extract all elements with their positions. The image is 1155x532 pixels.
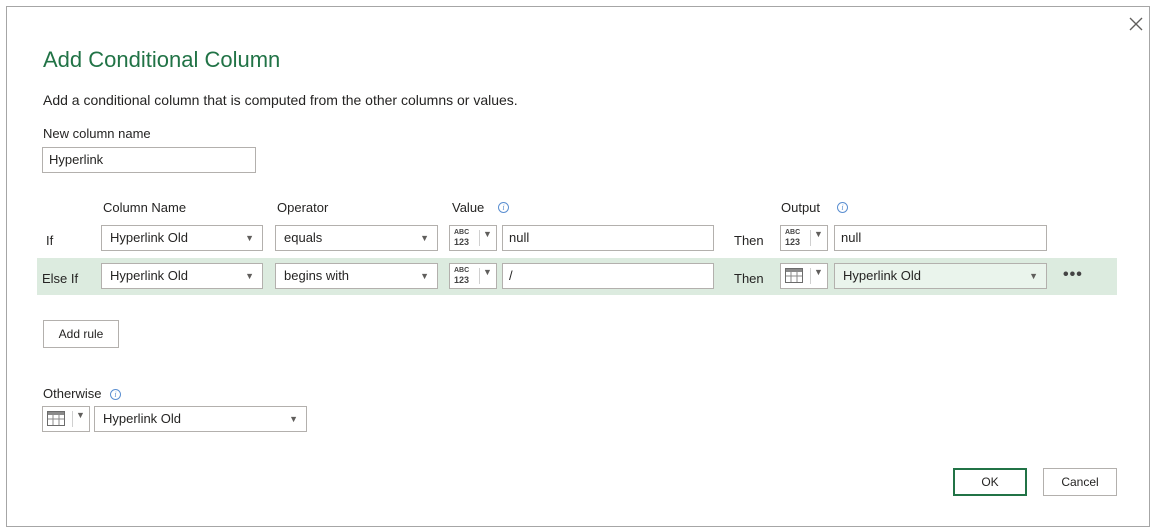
- otherwise-type-button[interactable]: ▼: [42, 406, 90, 432]
- rule-label-if: If: [46, 233, 54, 248]
- rule-1-column-value: Hyperlink Old: [110, 230, 189, 245]
- rule-2-output-select[interactable]: Hyperlink Old ▼: [834, 263, 1047, 289]
- output-info-icon[interactable]: i: [837, 202, 848, 213]
- num-type-label: 123: [785, 237, 801, 247]
- rule-1-value-type-button[interactable]: ABC 123 ▼: [449, 225, 497, 251]
- operator-header: Operator: [277, 200, 329, 215]
- value-info-icon[interactable]: i: [498, 202, 509, 213]
- rule-2-value-type-button[interactable]: ABC 123 ▼: [449, 263, 497, 289]
- otherwise-select[interactable]: Hyperlink Old ▼: [94, 406, 307, 432]
- separator: [810, 268, 811, 284]
- new-column-name-input[interactable]: Hyperlink: [42, 147, 256, 173]
- rule-1-operator-select[interactable]: equals ▼: [275, 225, 438, 251]
- rule-2-column-value: Hyperlink Old: [110, 268, 189, 283]
- chevron-down-icon: ▼: [483, 267, 492, 277]
- num-type-label: 123: [454, 237, 470, 247]
- rule-label-else-if: Else If: [42, 271, 79, 286]
- abc-type-icon: ABC: [454, 229, 470, 236]
- rule-1-operator-value: equals: [284, 230, 323, 245]
- chevron-down-icon: ▼: [420, 271, 429, 281]
- rule-2-output-type-button[interactable]: ▼: [780, 263, 828, 289]
- rule-1-value-input[interactable]: null: [502, 225, 714, 251]
- chevron-down-icon: ▼: [245, 233, 254, 243]
- dialog-subtitle: Add a conditional column that is compute…: [43, 92, 518, 108]
- chevron-down-icon: ▼: [814, 229, 823, 239]
- new-column-name-label: New column name: [43, 126, 151, 141]
- add-rule-button[interactable]: Add rule: [43, 320, 119, 348]
- rule-2-then-label: Then: [734, 271, 764, 286]
- chevron-down-icon: ▼: [420, 233, 429, 243]
- column-table-icon: [785, 268, 803, 283]
- chevron-down-icon: ▼: [76, 410, 85, 420]
- close-button[interactable]: [1127, 15, 1145, 33]
- chevron-down-icon: ▼: [1029, 271, 1038, 281]
- rule-2-value-input[interactable]: /: [502, 263, 714, 289]
- abc-type-icon: ABC: [454, 267, 470, 274]
- separator: [810, 230, 811, 246]
- output-header: Output: [781, 200, 821, 215]
- rule-1-output-input[interactable]: null: [834, 225, 1047, 251]
- value-header: Value: [452, 200, 485, 215]
- chevron-down-icon: ▼: [245, 271, 254, 281]
- otherwise-info-icon[interactable]: i: [110, 389, 121, 400]
- close-icon: [1129, 17, 1143, 31]
- dialog-title: Add Conditional Column: [43, 47, 281, 72]
- rule-1-column-select[interactable]: Hyperlink Old ▼: [101, 225, 263, 251]
- otherwise-value: Hyperlink Old: [103, 411, 182, 426]
- ok-button[interactable]: OK: [953, 468, 1027, 496]
- rule-2-column-select[interactable]: Hyperlink Old ▼: [101, 263, 263, 289]
- rule-2-operator-select[interactable]: begins with ▼: [275, 263, 438, 289]
- rule-2-output-value: Hyperlink Old: [843, 268, 922, 283]
- separator: [479, 268, 480, 284]
- separator: [479, 230, 480, 246]
- chevron-down-icon: ▼: [289, 414, 298, 424]
- abc-type-icon: ABC: [785, 229, 801, 236]
- column-name-header: Column Name: [103, 200, 187, 215]
- rule-1-output-type-button[interactable]: ABC 123 ▼: [780, 225, 828, 251]
- num-type-label: 123: [454, 275, 470, 285]
- cancel-button[interactable]: Cancel: [1043, 468, 1117, 496]
- otherwise-label: Otherwise: [43, 386, 102, 401]
- chevron-down-icon: ▼: [483, 229, 492, 239]
- rule-2-operator-value: begins with: [284, 268, 350, 283]
- chevron-down-icon: ▼: [814, 267, 823, 277]
- column-table-icon: [47, 411, 65, 426]
- separator: [72, 411, 73, 427]
- rule-1-then-label: Then: [734, 233, 764, 248]
- more-options-icon[interactable]: •••: [1063, 267, 1083, 283]
